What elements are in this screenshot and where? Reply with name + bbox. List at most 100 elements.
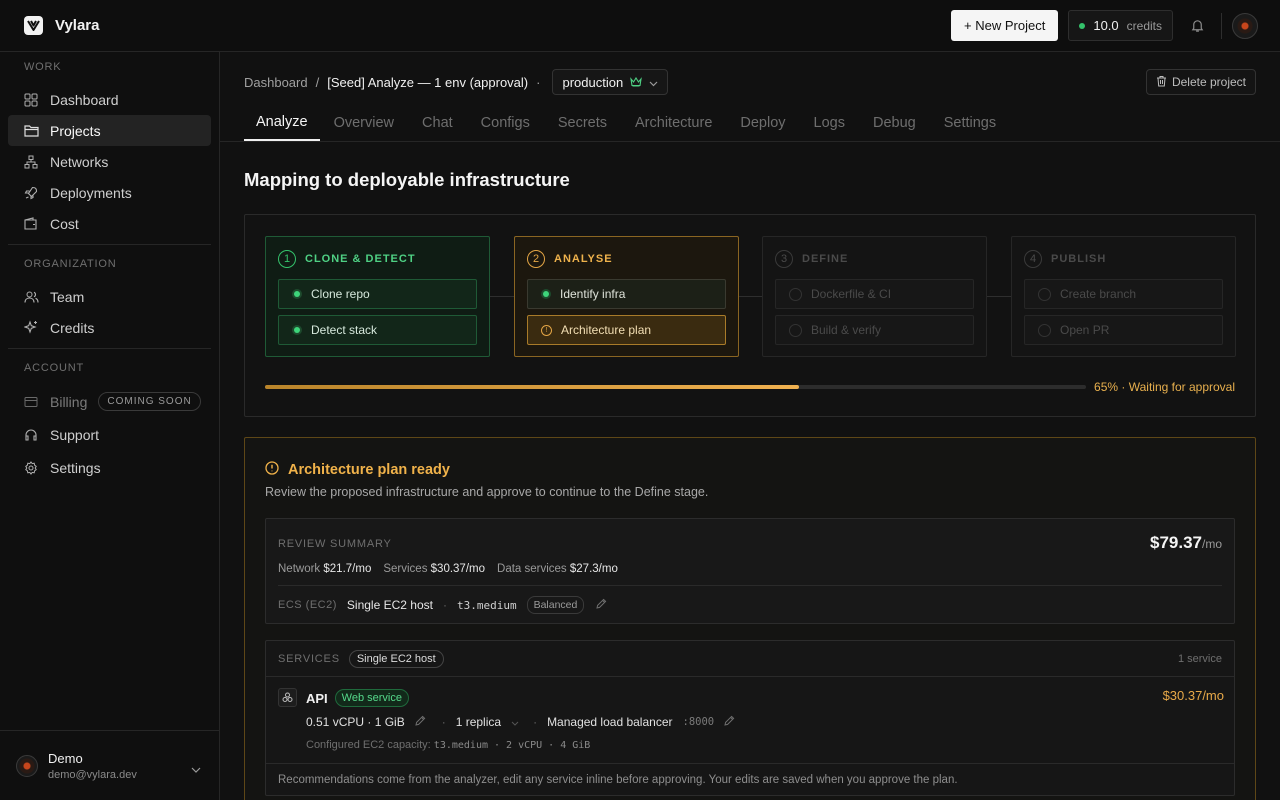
user-menu[interactable]: Demo demo@vylara.dev [0,730,219,800]
top-bar: Vylara + New Project 10.0 credits [0,0,1280,52]
summary-total: $79.37/mo [1150,533,1222,553]
sidebar-item-projects[interactable]: Projects [8,115,211,146]
service-type-badge: Web service [334,689,409,707]
tab-architecture[interactable]: Architecture [621,104,726,141]
pencil-icon[interactable] [596,598,607,612]
stage-publish: 4 PUBLISH Create branch Open PR [1011,236,1236,357]
service-replicas[interactable]: 1 replica [456,715,501,729]
sidebar-item-label: Credits [50,319,95,336]
pencil-icon[interactable] [724,715,735,729]
tab-logs[interactable]: Logs [800,104,859,141]
service-specs: 0.51 vCPU · 1 GiB · 1 replica · Managed … [306,715,735,729]
sparkle-icon [23,320,39,336]
alert-circle-icon [265,461,279,479]
sidebar-item-label: Support [50,426,100,443]
task-dockerfile-ci: Dockerfile & CI [775,279,974,309]
network-icon [23,154,39,170]
chevron-down-icon [191,760,201,776]
task-label: Create branch [1060,287,1137,301]
service-count: 1 service [1177,653,1222,665]
task-architecture-plan[interactable]: ! Architecture plan [527,315,726,345]
stage-name: DEFINE [802,253,849,265]
task-label: Build & verify [811,323,882,337]
sidebar-item-settings[interactable]: Settings [8,451,211,484]
wallet-icon [23,216,39,232]
services-footer-note: Recommendations come from the analyzer, … [266,763,1234,795]
breadcrumb-dashboard[interactable]: Dashboard [244,75,308,90]
sidebar-item-label: Dashboard [50,91,119,108]
folder-icon [23,123,39,139]
sidebar-item-support[interactable]: Support [8,418,211,451]
stage-name: CLONE & DETECT [305,253,416,265]
service-capacity: Configured EC2 capacity: t3.medium · 2 v… [306,739,590,751]
stage-connector [987,296,1011,297]
sidebar-item-billing: Billing COMING SOON [8,385,211,418]
progress-status: 65% · Waiting for approval [1094,380,1235,394]
tab-chat[interactable]: Chat [408,104,467,141]
stage-number: 3 [775,250,793,268]
sidebar-item-deployments[interactable]: Deployments [8,177,211,208]
task-label: Detect stack [311,323,378,337]
tab-debug[interactable]: Debug [859,104,930,141]
check-dot-icon [292,289,302,299]
user-avatar[interactable] [1232,12,1258,39]
sidebar-item-credits[interactable]: Credits [8,312,211,343]
tab-overview[interactable]: Overview [320,104,408,141]
new-project-button[interactable]: + New Project [951,10,1059,41]
app-name: Vylara [55,17,100,34]
service-resources: 0.51 vCPU · 1 GiB [306,715,405,729]
alert-icon: ! [541,324,552,336]
credits-unit: credits [1126,18,1162,33]
task-label: Open PR [1060,323,1110,337]
sidebar-item-label: Networks [50,153,109,170]
pencil-icon[interactable] [415,715,426,729]
chevron-down-icon [511,715,519,729]
progress-bar [265,385,1086,389]
delete-project-button[interactable]: Delete project [1145,69,1256,95]
sidebar-item-label: Cost [50,215,79,232]
sidebar-item-label: Deployments [50,184,132,201]
services-label: SERVICES [278,652,340,665]
stage-connector [490,296,514,297]
check-dot-icon [541,289,551,299]
separator-dot: · [533,715,538,729]
sidebar-item-dashboard[interactable]: Dashboard [8,84,211,115]
delete-label: Delete project [1171,75,1246,89]
sidebar-item-label: Projects [50,122,101,139]
tab-configs[interactable]: Configs [467,104,544,141]
user-email: demo@vylara.dev [48,768,137,781]
tab-settings[interactable]: Settings [930,104,1010,141]
tab-analyze[interactable]: Analyze [244,104,320,141]
empty-circle-icon [789,323,802,337]
environment-select[interactable]: production [552,69,669,95]
main-content: Dashboard / [Seed] Analyze — 1 env (appr… [220,52,1280,800]
sidebar-item-label: Billing [50,393,88,410]
bell-icon[interactable] [1183,12,1211,40]
tab-deploy[interactable]: Deploy [726,104,799,141]
breadcrumb-dot: · [536,74,541,90]
progress-fill [265,385,799,389]
approval-subtitle: Review the proposed infrastructure and a… [265,485,709,499]
user-avatar [16,754,38,777]
divider [278,585,1222,586]
credits-indicator[interactable]: 10.0 credits [1068,10,1173,41]
cost-breakdown: Network $21.7/mo Services $30.37/mo Data… [278,563,618,575]
stage-number: 4 [1024,250,1042,268]
sidebar-item-networks[interactable]: Networks [8,146,211,177]
services-label: Services [383,563,428,575]
tab-secrets[interactable]: Secrets [544,104,621,141]
headset-icon [23,427,39,443]
service-port: :8000 [682,716,715,728]
breadcrumb-separator: / [315,74,320,90]
sidebar-item-cost[interactable]: Cost [8,208,211,239]
card-icon [23,394,39,410]
sidebar-item-team[interactable]: Team [8,281,211,312]
section-label-work: WORK [24,61,62,73]
credits-value: 10.0 [1093,18,1119,33]
data-services-cost: $27.3/mo [569,563,618,575]
brand[interactable]: Vylara [0,16,99,35]
logo-icon [24,16,43,35]
task-label: Dockerfile & CI [811,287,892,301]
stage-number: 1 [278,250,296,268]
grid-icon [23,92,39,108]
